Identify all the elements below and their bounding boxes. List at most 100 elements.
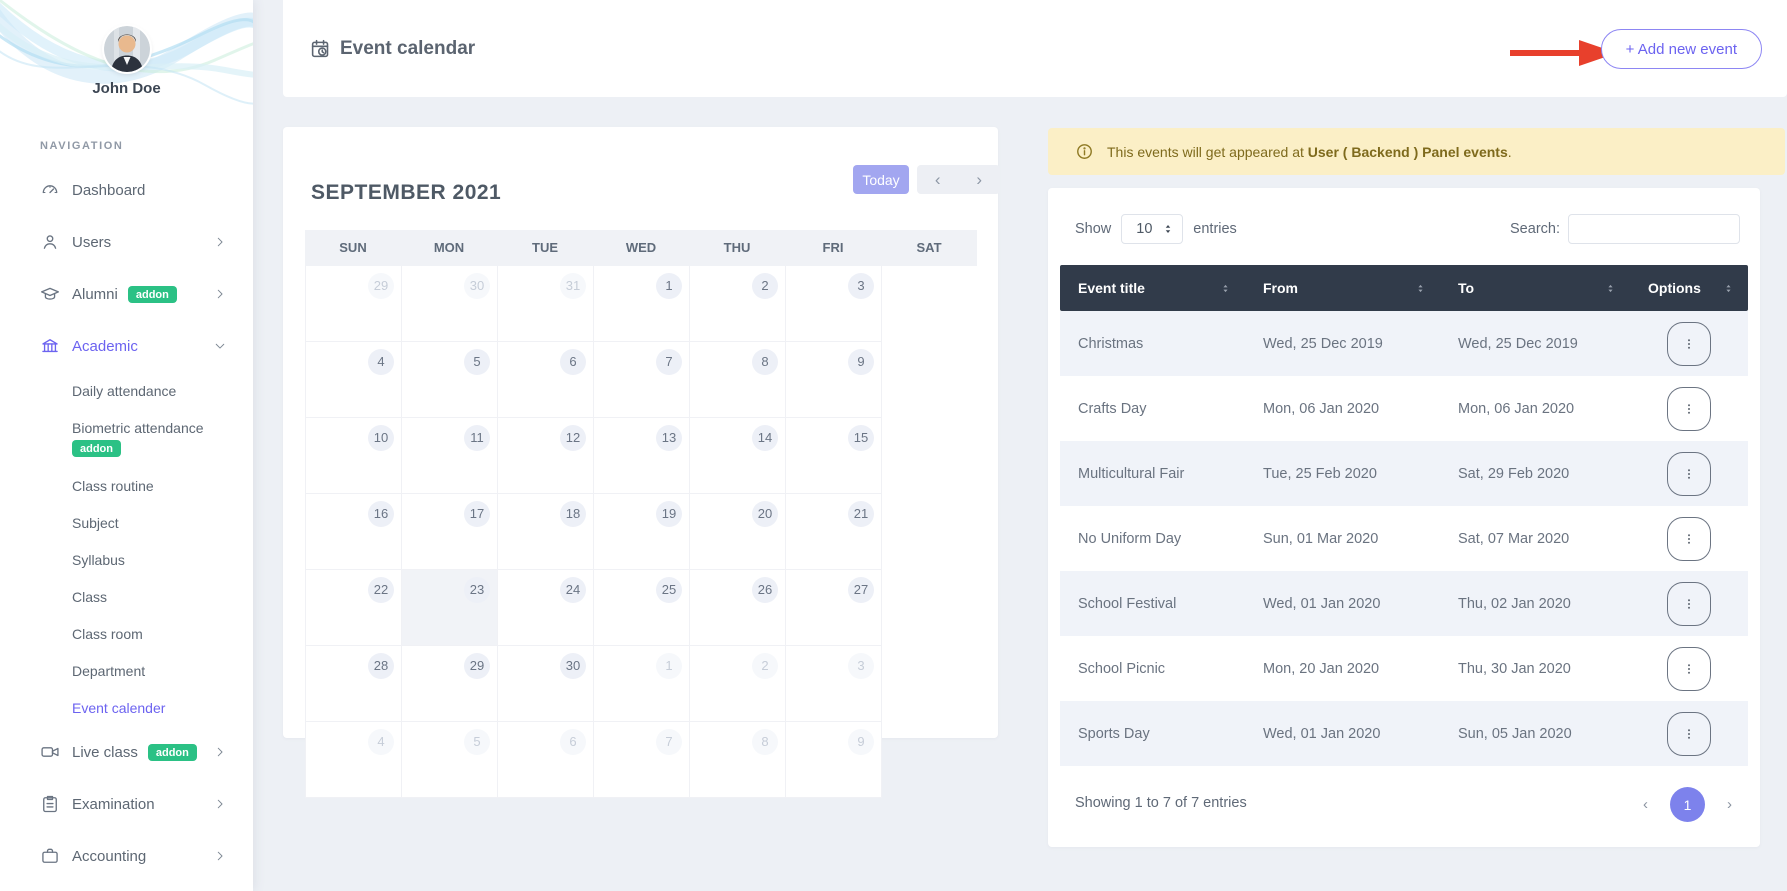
calendar-day-cell-31-muted[interactable]: 31 (498, 266, 594, 342)
chevron-right-icon (213, 745, 227, 759)
sidebar-item-accounting[interactable]: Accounting (0, 830, 253, 882)
calendar-day-cell-14[interactable]: 14 (690, 418, 786, 494)
day-number: 9 (848, 349, 874, 375)
day-number: 16 (368, 501, 394, 527)
calendar-day-cell-9-muted[interactable]: 9 (786, 722, 882, 798)
calendar-day-cell-9[interactable]: 9 (786, 342, 882, 418)
sidebar-subitem-class-routine[interactable]: Class routine (0, 467, 253, 504)
column-header-from[interactable]: From (1245, 265, 1440, 311)
sidebar: John Doe NAVIGATION Dashboard Users Alumni… (0, 0, 253, 891)
row-options-button[interactable] (1667, 451, 1711, 496)
calendar-day-cell-7-muted[interactable]: 7 (594, 722, 690, 798)
column-header-options[interactable]: Options (1630, 265, 1748, 311)
calendar-day-header-wed: WED (625, 240, 657, 255)
calendar-day-cell-6[interactable]: 6 (498, 342, 594, 418)
chevron-right-icon (213, 797, 227, 811)
day-number: 19 (656, 501, 682, 527)
sidebar-subitem-subject[interactable]: Subject (0, 504, 253, 541)
table-row-christmas: Christmas Wed, 25 Dec 2019 Wed, 25 Dec 201… (1060, 311, 1748, 376)
calendar-day-cell-6-muted[interactable]: 6 (498, 722, 594, 798)
day-number: 18 (560, 501, 586, 527)
sidebar-item-dashboard[interactable]: Dashboard (0, 164, 253, 216)
sidebar-subitem-biometric-attendance[interactable]: Biometric attendance addon (0, 409, 253, 467)
calendar-day-cell-7[interactable]: 7 (594, 342, 690, 418)
calendar-day-cell-11[interactable]: 11 (402, 418, 498, 494)
sidebar-subitem-event-calender[interactable]: Event calender (0, 689, 253, 726)
page-size-select[interactable]: 10 (1121, 214, 1184, 244)
calendar-day-cell-8[interactable]: 8 (690, 342, 786, 418)
calendar-clock-icon (310, 38, 331, 59)
sidebar-item-live-class[interactable]: Live class addon (0, 726, 253, 778)
sidebar-item-users[interactable]: Users (0, 216, 253, 268)
calendar-day-cell-2-muted[interactable]: 2 (690, 646, 786, 722)
calendar-day-cell-20[interactable]: 20 (690, 494, 786, 570)
calendar-day-cell-25[interactable]: 25 (594, 570, 690, 646)
search-input[interactable] (1568, 214, 1740, 244)
sidebar-subitem-department[interactable]: Department (0, 652, 253, 689)
pagination-page-1-button[interactable]: 1 (1670, 787, 1705, 822)
calendar-day-cell-22[interactable]: 22 (306, 570, 402, 646)
calendar-day-cell-17[interactable]: 17 (402, 494, 498, 570)
calendar-day-cell-5[interactable]: 5 (402, 342, 498, 418)
sidebar-item-alumni[interactable]: Alumni addon (0, 268, 253, 320)
sidebar-subitem-syllabus[interactable]: Syllabus (0, 541, 253, 578)
calendar-day-cell-1[interactable]: 1 (594, 266, 690, 342)
calendar-day-cell-30[interactable]: 30 (498, 646, 594, 722)
sidebar-item-academic[interactable]: Academic (0, 320, 253, 372)
nav-section-label: NAVIGATION (40, 140, 124, 152)
calendar-day-cell-15[interactable]: 15 (786, 418, 882, 494)
briefcase-icon (40, 846, 60, 866)
calendar-day-cell-24[interactable]: 24 (498, 570, 594, 646)
calendar-day-cell-12[interactable]: 12 (498, 418, 594, 494)
row-options-button[interactable] (1667, 711, 1711, 756)
calendar-day-cell-5-muted[interactable]: 5 (402, 722, 498, 798)
calendar-day-cell-2[interactable]: 2 (690, 266, 786, 342)
row-options-button[interactable] (1667, 516, 1711, 561)
column-header-event-title[interactable]: Event title (1060, 265, 1245, 311)
show-label: Show (1075, 221, 1112, 237)
calendar-day-cell-30-muted[interactable]: 30 (402, 266, 498, 342)
chevron-right-icon (213, 287, 227, 301)
calendar-day-cell-26[interactable]: 26 (690, 570, 786, 646)
day-number: 22 (368, 577, 394, 603)
calendar-day-cell-21[interactable]: 21 (786, 494, 882, 570)
calendar-day-cell-29[interactable]: 29 (402, 646, 498, 722)
add-new-event-button[interactable]: + Add new event (1600, 29, 1762, 69)
calendar-today-button[interactable]: Today (853, 165, 909, 194)
calendar-day-cell-13[interactable]: 13 (594, 418, 690, 494)
table-row-school-festival: School Festival Wed, 01 Jan 2020 Thu, 02 J… (1060, 571, 1748, 636)
calendar-day-cell-10[interactable]: 10 (306, 418, 402, 494)
sidebar-item-examination[interactable]: Examination (0, 778, 253, 830)
pagination: ‹ 1 › (1643, 787, 1732, 822)
calendar-day-cell-4-muted[interactable]: 4 (306, 722, 402, 798)
calendar-day-cell-19[interactable]: 19 (594, 494, 690, 570)
calendar-day-cell-28[interactable]: 28 (306, 646, 402, 722)
row-options-button[interactable] (1667, 386, 1711, 431)
calendar-day-cell-3[interactable]: 3 (786, 266, 882, 342)
chevron-right-icon (213, 849, 227, 863)
row-options-button[interactable] (1667, 321, 1711, 366)
calendar-day-cell-16[interactable]: 16 (306, 494, 402, 570)
calendar-day-header-sun: SUN (339, 240, 367, 255)
search-group: Search: (1510, 214, 1740, 244)
column-header-to[interactable]: To (1440, 265, 1630, 311)
row-options-button[interactable] (1667, 646, 1711, 691)
calendar-day-cell-23[interactable]: 23 (402, 570, 498, 646)
sidebar-subitem-class[interactable]: Class (0, 578, 253, 615)
row-options-button[interactable] (1667, 581, 1711, 626)
pagination-prev-button[interactable]: ‹ (1643, 796, 1648, 813)
entries-label: entries (1193, 221, 1237, 237)
calendar-prev-button[interactable]: ‹ (917, 165, 959, 194)
sidebar-subitem-class-room[interactable]: Class room (0, 615, 253, 652)
calendar-next-button[interactable]: › (959, 165, 1001, 194)
calendar-day-cell-18[interactable]: 18 (498, 494, 594, 570)
calendar-day-cell-3-muted[interactable]: 3 (786, 646, 882, 722)
pagination-next-button[interactable]: › (1727, 796, 1732, 813)
day-number: 13 (656, 425, 682, 451)
calendar-day-cell-29-muted[interactable]: 29 (306, 266, 402, 342)
calendar-day-cell-4[interactable]: 4 (306, 342, 402, 418)
sidebar-subitem-daily-attendance[interactable]: Daily attendance (0, 372, 253, 409)
calendar-day-cell-1-muted[interactable]: 1 (594, 646, 690, 722)
calendar-day-cell-8-muted[interactable]: 8 (690, 722, 786, 798)
calendar-day-cell-27[interactable]: 27 (786, 570, 882, 646)
